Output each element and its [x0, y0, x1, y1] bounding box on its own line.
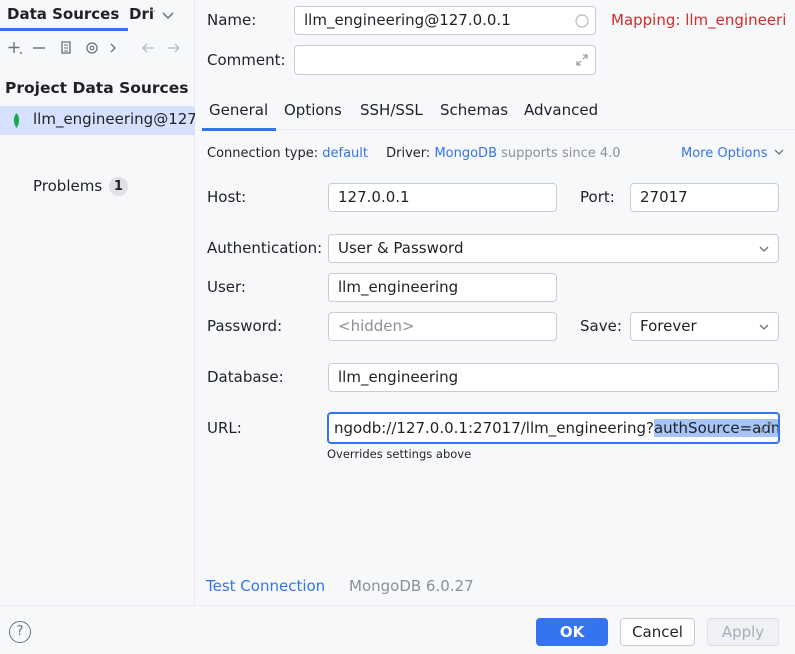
- comment-label: Comment:: [207, 51, 286, 69]
- user-input[interactable]: llm_engineering: [328, 273, 557, 302]
- database-value: llm_engineering: [338, 368, 459, 386]
- left-panel: Data Sources Drivers Project Data Source…: [0, 0, 195, 605]
- dialog-footer: ? OK Cancel Apply: [0, 605, 795, 654]
- expand-icon[interactable]: [759, 420, 773, 434]
- tab-data-sources[interactable]: Data Sources: [0, 5, 129, 31]
- connection-info: Connection type: default Driver: MongoDB…: [207, 146, 621, 161]
- name-input[interactable]: llm_engineering@127.0.0.1: [294, 6, 596, 35]
- url-hint: Overrides settings above: [327, 447, 472, 461]
- tab-ssh-ssl[interactable]: SSH/SSL: [360, 101, 423, 119]
- problems-label: Problems: [33, 177, 103, 195]
- port-input[interactable]: 27017: [630, 183, 779, 212]
- left-tabs: Data Sources Drivers: [0, 0, 195, 32]
- problems-item[interactable]: Problems 1: [33, 177, 128, 196]
- circle-icon: [575, 14, 589, 28]
- database-label: Database:: [207, 368, 284, 386]
- tab-options[interactable]: Options: [284, 101, 342, 119]
- database-input[interactable]: llm_engineering: [328, 363, 779, 392]
- tab-drivers[interactable]: Drivers: [129, 5, 155, 23]
- tab-advanced[interactable]: Advanced: [524, 101, 598, 119]
- url-input[interactable]: ngodb://127.0.0.1:27017/llm_engineering?…: [327, 412, 780, 444]
- add-icon[interactable]: [6, 39, 24, 57]
- tab-general[interactable]: General: [201, 101, 277, 131]
- remove-icon[interactable]: [30, 39, 48, 57]
- url-text: ngodb://127.0.0.1:27017/llm_engineering?: [334, 419, 654, 437]
- right-panel: Name: llm_engineering@127.0.0.1 Mapping:…: [196, 0, 795, 605]
- more-options-label: More Options: [681, 146, 768, 161]
- password-label: Password:: [207, 317, 283, 335]
- mapping-warning[interactable]: Mapping: llm_engineering: [611, 11, 786, 29]
- driver-link[interactable]: MongoDB: [434, 146, 497, 161]
- chevron-right-icon[interactable]: [104, 39, 122, 57]
- server-version: MongoDB 6.0.27: [349, 577, 474, 595]
- chevron-down-icon: [759, 324, 769, 330]
- datasource-label: llm_engineering@127.0.0.1: [33, 110, 195, 128]
- save-select[interactable]: Forever: [630, 312, 779, 341]
- expand-icon[interactable]: [575, 53, 589, 67]
- url-label: URL:: [207, 419, 242, 437]
- section-title: Project Data Sources: [5, 79, 189, 97]
- copy-icon[interactable]: [57, 39, 75, 57]
- host-value: 127.0.0.1: [338, 188, 410, 206]
- arrow-back-icon[interactable]: [139, 39, 157, 57]
- authentication-label: Authentication:: [207, 239, 323, 257]
- apply-button[interactable]: Apply: [707, 618, 779, 646]
- settings-tabs: General Options SSH/SSL Schemas Advanced: [196, 96, 795, 131]
- host-label: Host:: [207, 188, 247, 206]
- name-label: Name:: [207, 11, 257, 29]
- authentication-select[interactable]: User & Password: [328, 234, 779, 263]
- save-label: Save:: [580, 317, 622, 335]
- driver-note: supports since 4.0: [501, 146, 621, 161]
- more-options-link[interactable]: More Options: [681, 146, 784, 161]
- host-input[interactable]: 127.0.0.1: [328, 183, 557, 212]
- problems-count-badge: 1: [108, 177, 128, 196]
- save-value: Forever: [640, 317, 697, 335]
- password-input[interactable]: <hidden>: [328, 312, 557, 341]
- authentication-value: User & Password: [338, 239, 464, 257]
- chevron-down-icon: [759, 246, 769, 252]
- user-value: llm_engineering: [338, 278, 459, 296]
- user-label: User:: [207, 278, 246, 296]
- help-button[interactable]: ?: [9, 621, 31, 643]
- chevron-down-icon: [774, 149, 784, 155]
- port-value: 27017: [640, 188, 688, 206]
- connection-type-link[interactable]: default: [322, 146, 368, 161]
- mongodb-leaf-icon: [13, 113, 20, 128]
- chevron-down-icon[interactable]: [161, 8, 175, 22]
- tab-schemas[interactable]: Schemas: [440, 101, 508, 119]
- datasource-item[interactable]: llm_engineering@127.0.0.1: [0, 106, 195, 135]
- arrow-forward-icon[interactable]: [165, 39, 183, 57]
- cancel-button[interactable]: Cancel: [620, 618, 695, 646]
- port-label: Port:: [580, 188, 615, 206]
- name-value: llm_engineering@127.0.0.1: [304, 11, 511, 29]
- driver-label: Driver:: [386, 146, 431, 161]
- test-connection-link[interactable]: Test Connection: [206, 577, 325, 595]
- gear-icon[interactable]: [83, 39, 101, 57]
- ok-button[interactable]: OK: [536, 618, 608, 646]
- comment-input[interactable]: [294, 45, 596, 75]
- left-toolbar: [0, 36, 195, 60]
- connection-type-label: Connection type:: [207, 146, 319, 161]
- password-placeholder: <hidden>: [338, 317, 415, 335]
